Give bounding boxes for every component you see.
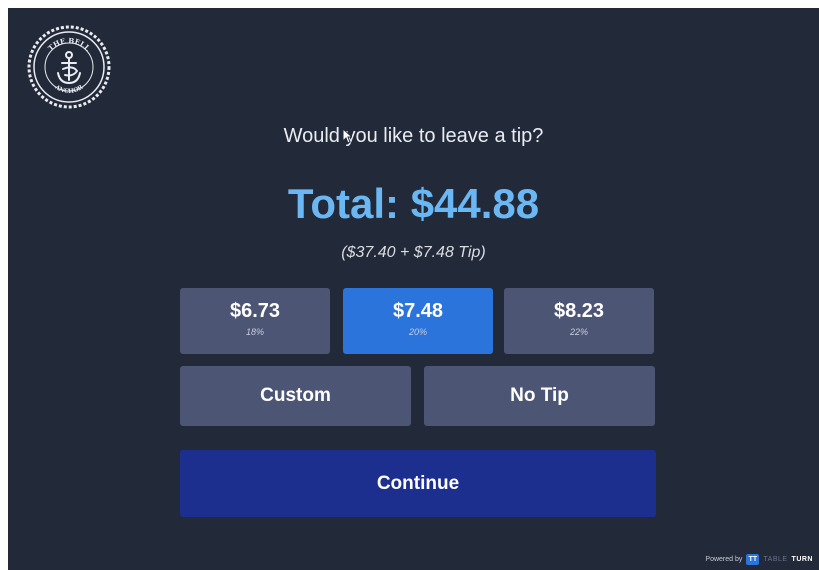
total-breakdown: ($37.40 + $7.48 Tip) — [341, 244, 486, 261]
custom-tip-button[interactable]: Custom — [180, 366, 411, 426]
brand-name-bold: TURN — [791, 556, 813, 563]
tip-option-22[interactable]: $8.23 22% — [504, 288, 654, 354]
tip-amount: $7.48 — [392, 300, 444, 322]
continue-button[interactable]: Continue — [180, 450, 656, 517]
tip-percent: 20% — [408, 327, 427, 337]
tip-percent: 18% — [245, 327, 264, 337]
tip-screen: THE BELL ANCHOR Would you like to leave … — [8, 8, 819, 570]
powered-by-footer: Powered by TT TABLE TURN — [705, 554, 813, 565]
tip-question: Would you like to leave a tip? — [283, 125, 544, 147]
logo-bottom-text: ANCHOR — [53, 83, 85, 95]
tableturn-logo-icon: TT — [746, 554, 760, 565]
svg-text:THE BELL: THE BELL — [46, 36, 92, 53]
anchor-logo-icon: THE BELL ANCHOR — [27, 25, 111, 109]
tip-amount: $8.23 — [553, 300, 605, 322]
tip-option-18[interactable]: $6.73 18% — [180, 288, 330, 354]
tip-option-20[interactable]: $7.48 20% — [343, 288, 493, 354]
tip-percent: 22% — [569, 327, 588, 337]
tip-amount: $6.73 — [229, 300, 281, 322]
total-amount: Total: $44.88 — [287, 180, 540, 227]
bell-anchor-logo: THE BELL ANCHOR — [27, 25, 111, 109]
no-tip-button[interactable]: No Tip — [424, 366, 655, 426]
logo-top-text: THE BELL — [46, 36, 92, 53]
powered-by-text: Powered by — [705, 556, 743, 563]
svg-text:ANCHOR: ANCHOR — [53, 83, 85, 95]
mouse-cursor-icon — [342, 128, 352, 144]
brand-name-light: TABLE — [763, 556, 788, 563]
